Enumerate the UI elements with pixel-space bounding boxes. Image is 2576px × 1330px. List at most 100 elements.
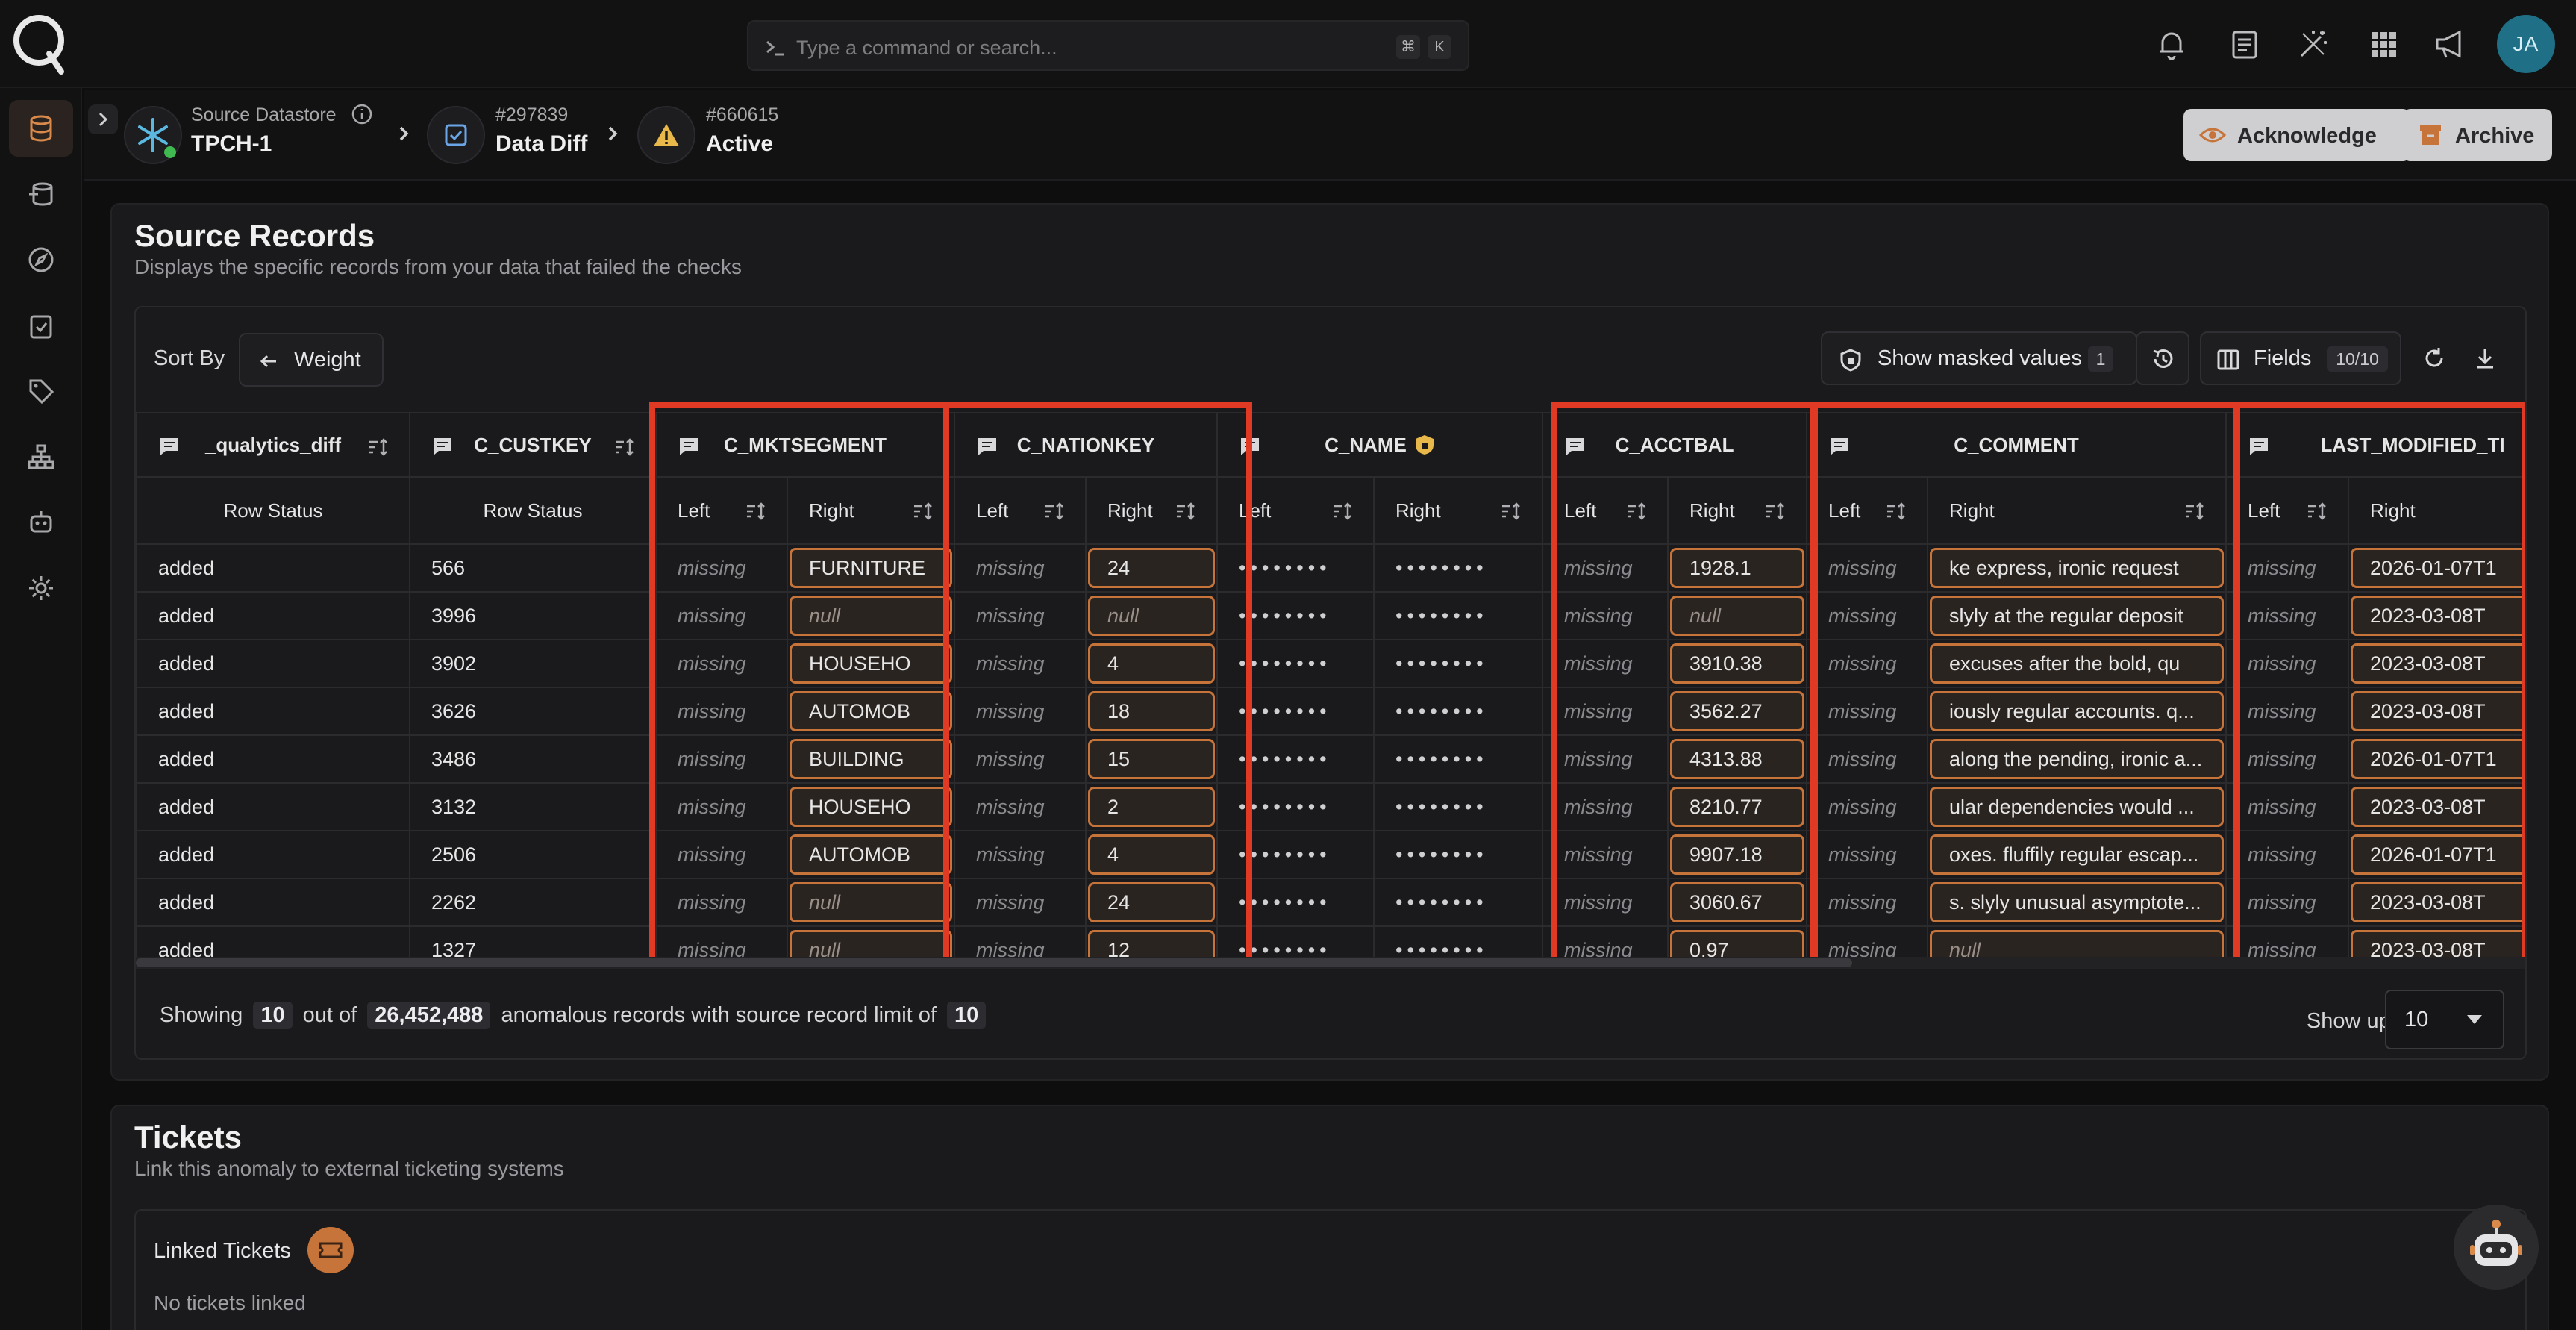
- table-cell: ••••••••: [1372, 639, 1544, 688]
- table-cell: missing: [2225, 782, 2350, 831]
- table-row[interactable]: added 3902 missing HOUSEHOLD missing 4 •••••••…: [136, 639, 2525, 688]
- datastore-link[interactable]: TPCH-1: [191, 131, 272, 157]
- subheader-right[interactable]: Right: [2348, 476, 2525, 545]
- sort-icon[interactable]: [1175, 502, 1197, 521]
- table-row[interactable]: added 3996 missing null missing null •••••••• •…: [136, 591, 2525, 640]
- table-row[interactable]: added 3486 missing BUILDING missing 15 •••••••…: [136, 734, 2525, 784]
- column-header[interactable]: C_NAME: [1216, 412, 1544, 478]
- column-header[interactable]: C_ACCTBAL: [1542, 412, 1808, 478]
- sort-weight-button[interactable]: Weight: [239, 333, 384, 387]
- subheader-row-status[interactable]: Row Status: [409, 476, 657, 545]
- info-icon[interactable]: [351, 103, 373, 125]
- table-cell: 3132: [409, 782, 657, 831]
- subheader-right[interactable]: Right: [1372, 476, 1544, 545]
- table-row[interactable]: added 3132 missing HOUSEHOLD missing 2 •••••••…: [136, 782, 2525, 831]
- acknowledge-button[interactable]: Acknowledge: [2183, 109, 2410, 161]
- comment-icon[interactable]: [1828, 436, 1851, 457]
- refresh-icon[interactable]: [2422, 346, 2446, 370]
- assistant-bot-button[interactable]: [2454, 1205, 2539, 1290]
- sort-icon[interactable]: [1331, 502, 1354, 521]
- comment-icon[interactable]: [678, 436, 700, 457]
- subheader-right[interactable]: Right: [1667, 476, 1808, 545]
- app-logo[interactable]: [10, 10, 69, 76]
- cell-value: null: [1949, 938, 1981, 958]
- megaphone-icon[interactable]: [2433, 26, 2469, 62]
- column-header[interactable]: C_MKTSEGMENT: [655, 412, 955, 478]
- column-header[interactable]: _qualytics_diff: [136, 412, 410, 478]
- table-row[interactable]: added 566 missing FURNITURE missing 24 •••••••…: [136, 543, 2525, 593]
- subheader-right[interactable]: Right: [1927, 476, 2228, 545]
- table-row[interactable]: added 2262 missing null missing 24 •••••••• •••…: [136, 878, 2525, 927]
- column-header[interactable]: C_NATIONKEY: [954, 412, 1218, 478]
- fields-button[interactable]: Fields 10/10: [2200, 331, 2401, 385]
- cell-value: 8210.77: [1689, 795, 1763, 818]
- column-header[interactable]: C_COMMENT: [1806, 412, 2228, 478]
- sort-icon[interactable]: [912, 502, 934, 521]
- cell-value: missing: [2248, 938, 2316, 958]
- cell-value: added: [158, 652, 215, 675]
- subheader-right[interactable]: Right: [787, 476, 955, 545]
- subheader-left[interactable]: Left: [1542, 476, 1669, 545]
- comment-icon[interactable]: [158, 436, 181, 457]
- nav-datastores[interactable]: [9, 100, 73, 157]
- sort-icon[interactable]: [613, 437, 636, 457]
- chevron-right-icon: [601, 122, 624, 145]
- history-button[interactable]: [2136, 331, 2189, 385]
- table-row[interactable]: added 2506 missing AUTOMOBILE missing 4 ••••••…: [136, 830, 2525, 879]
- magic-wand-icon[interactable]: [2295, 26, 2331, 62]
- records-table: _qualytics_diff C_CUSTKEY C_MKTSEGMENT C_NA…: [136, 412, 2525, 958]
- subheader-left[interactable]: Left: [1216, 476, 1375, 545]
- comment-icon[interactable]: [976, 436, 998, 457]
- column-header[interactable]: LAST_MODIFIED_TI: [2225, 412, 2525, 478]
- nav-settings[interactable]: [9, 560, 73, 616]
- chevron-right-icon: [393, 122, 415, 145]
- cell-value: 2023-03-08T: [2370, 699, 2486, 722]
- table-row[interactable]: added 3626 missing AUTOMOBILE missing 18 •••••…: [136, 687, 2525, 736]
- apps-grid-icon[interactable]: [2366, 26, 2401, 62]
- scrollbar-thumb[interactable]: [136, 958, 1852, 967]
- table-row[interactable]: added 1327 missing null missing 12 •••••••• •••…: [136, 925, 2525, 958]
- sort-icon[interactable]: [1043, 502, 1066, 521]
- bell-icon[interactable]: [2154, 26, 2189, 62]
- subheader-right[interactable]: Right: [1085, 476, 1218, 545]
- comment-icon[interactable]: [1239, 436, 1261, 457]
- sort-icon[interactable]: [745, 502, 767, 521]
- command-search[interactable]: Type a command or search... ⌘ K: [747, 20, 1469, 71]
- expand-sidebar-button[interactable]: [88, 104, 118, 134]
- nav-sources[interactable]: [9, 166, 73, 222]
- subheader-left[interactable]: Left: [2225, 476, 2350, 545]
- comment-icon[interactable]: [431, 436, 454, 457]
- subheader-row-status[interactable]: Row Status: [136, 476, 410, 545]
- table-cell: missing: [655, 782, 788, 831]
- show-up-to-select[interactable]: 10: [2385, 990, 2504, 1049]
- column-header[interactable]: C_CUSTKEY: [409, 412, 657, 478]
- show-masked-values-button[interactable]: Show masked values 1: [1821, 331, 2137, 385]
- comment-icon[interactable]: [2248, 436, 2270, 457]
- linked-tickets-label: Linked Tickets: [154, 1239, 291, 1263]
- subheader-left[interactable]: Left: [954, 476, 1087, 545]
- sort-icon[interactable]: [2306, 502, 2328, 521]
- subheader-left[interactable]: Left: [655, 476, 788, 545]
- nav-lineage[interactable]: [9, 428, 73, 485]
- nav-checks[interactable]: [9, 297, 73, 354]
- download-icon[interactable]: [2473, 346, 2497, 370]
- nav-agents[interactable]: [9, 494, 73, 551]
- sort-icon[interactable]: [1625, 502, 1648, 521]
- sort-icon[interactable]: [367, 437, 390, 457]
- sort-icon[interactable]: [1885, 502, 1907, 521]
- archive-button[interactable]: Archive: [2403, 109, 2552, 161]
- comment-icon[interactable]: [1564, 436, 1586, 457]
- sort-icon[interactable]: [1764, 502, 1786, 521]
- subheader-left[interactable]: Left: [1806, 476, 1929, 545]
- table-cell: missing: [1542, 591, 1669, 640]
- horizontal-scrollbar[interactable]: [136, 957, 2525, 969]
- check-link[interactable]: Data Diff: [495, 131, 587, 157]
- table-cell: missing: [655, 591, 788, 640]
- sort-icon[interactable]: [1500, 502, 1522, 521]
- document-icon[interactable]: [2227, 26, 2263, 62]
- user-avatar[interactable]: JA: [2497, 15, 2555, 73]
- nav-tags[interactable]: [9, 363, 73, 419]
- nav-explore[interactable]: [9, 231, 73, 288]
- sort-icon[interactable]: [2183, 502, 2206, 521]
- sort-value: Weight: [294, 348, 361, 372]
